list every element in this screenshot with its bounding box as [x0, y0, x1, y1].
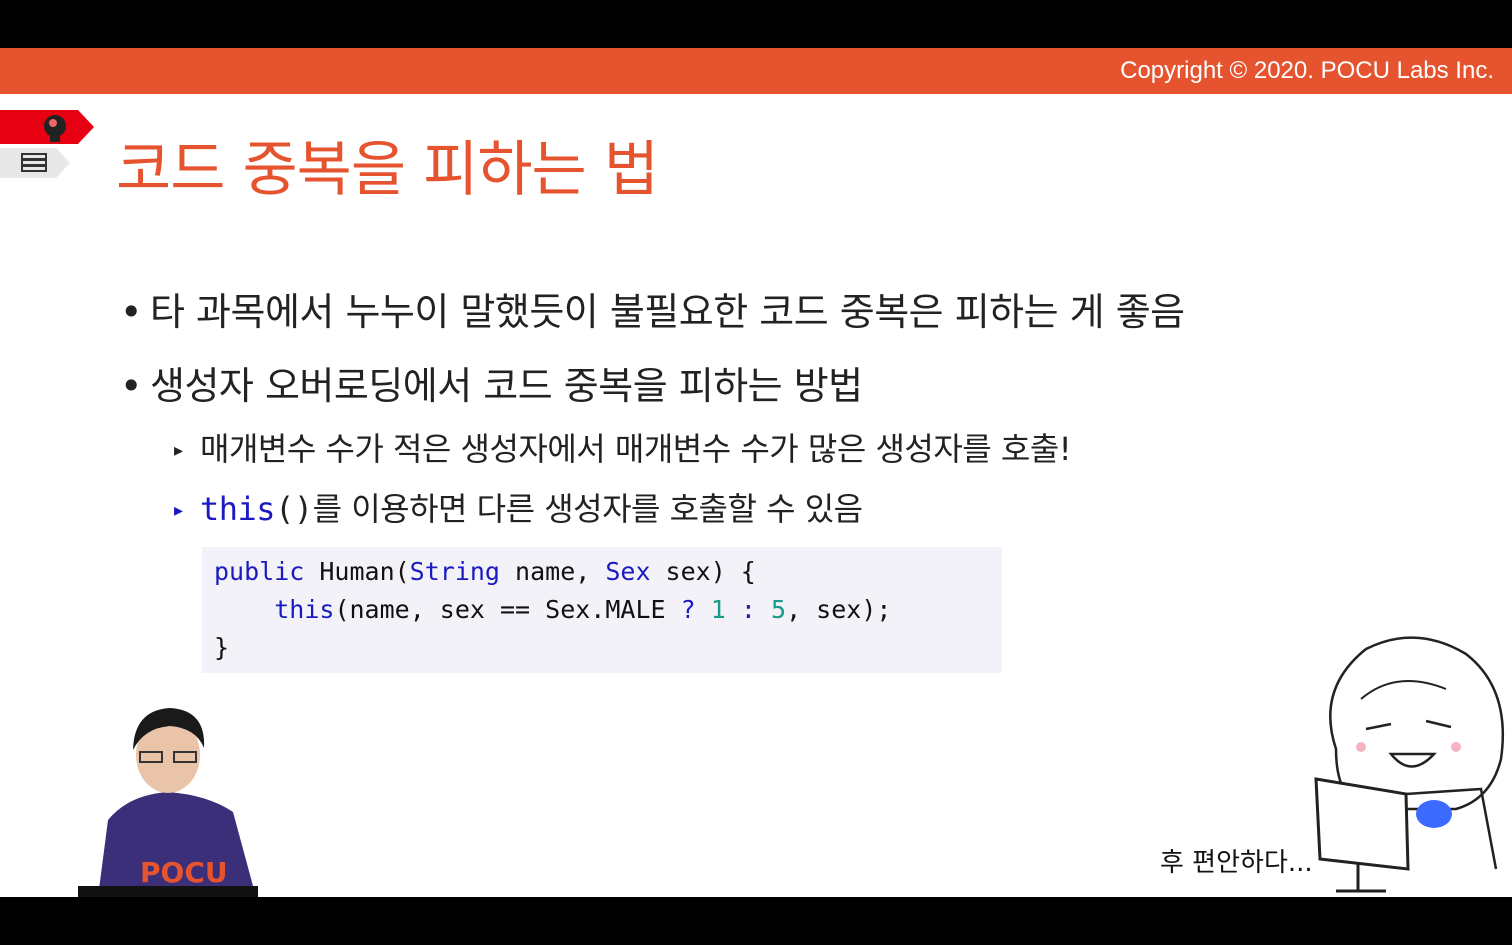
- code-operator: ?: [680, 595, 696, 624]
- code-segment: sex) {: [650, 557, 756, 586]
- bullet-text: 생성자 오버로딩에서 코드 중복을 피하는 방법: [150, 364, 863, 408]
- code-segment: (name, sex == Sex.MALE: [334, 595, 681, 624]
- code-block: public Human(String name, Sex sex) { thi…: [202, 547, 1002, 673]
- slide-header-banner: Copyright © 2020. POCU Labs Inc.: [0, 48, 1512, 94]
- bullet-dot: •: [120, 364, 142, 408]
- code-text: public Human(String name, Sex sex) { thi…: [202, 547, 1002, 673]
- video-bottom-letterbox: [0, 897, 1512, 945]
- slide-title: 코드 중복을 피하는 법: [116, 135, 659, 205]
- code-segment: , sex);: [786, 595, 892, 624]
- code-operator: :: [740, 595, 756, 624]
- sub-bullet-item: ▸ this()를 이용하면 다른 생성자를 호출할 수 있음: [174, 488, 863, 532]
- sub-bullet-text: 매개변수 수가 적은 생성자에서 매개변수 수가 많은 생성자를 호출!: [200, 430, 1072, 468]
- code-keyword: this: [274, 595, 335, 624]
- code-segment: }: [214, 633, 230, 662]
- code-type: String: [409, 557, 500, 586]
- video-top-letterbox: [0, 0, 1512, 48]
- code-keyword: public: [214, 557, 305, 586]
- bullet-item: • 타 과목에서 누누이 말했듯이 불필요한 코드 중복은 피하는 게 좋음: [120, 288, 1185, 336]
- book-stack-icon: [0, 148, 70, 178]
- presenter-video-thumbnail: POCU: [78, 700, 258, 897]
- brain-head-icon: [0, 110, 94, 144]
- cartoon-caption: 후 편안하다...: [1160, 848, 1313, 878]
- sub-bullet-item: ▸ 매개변수 수가 적은 생성자에서 매개변수 수가 많은 생성자를 호출!: [174, 428, 1072, 472]
- this-parens: (): [275, 490, 313, 528]
- triangle-bullet-icon: ▸: [174, 500, 183, 521]
- svg-text:POCU: POCU: [140, 856, 228, 889]
- bullet-text: 타 과목에서 누누이 말했듯이 불필요한 코드 중복은 피하는 게 좋음: [150, 290, 1185, 334]
- code-number: 5: [771, 595, 787, 624]
- code-number: 1: [710, 595, 726, 624]
- slide-content: 코드 중복을 피하는 법 • 타 과목에서 누누이 말했듯이 불필요한 코드 중복…: [0, 94, 1512, 897]
- sub-bullet-text: 를 이용하면 다른 생성자를 호출할 수 있음: [312, 490, 864, 528]
- copyright-text: Copyright © 2020. POCU Labs Inc.: [1120, 57, 1494, 84]
- code-type: Sex: [605, 557, 651, 586]
- cartoon-character-illustration: [1314, 636, 1505, 893]
- code-segment: name,: [499, 557, 606, 586]
- this-keyword: this: [200, 490, 276, 528]
- bullet-item: • 생성자 오버로딩에서 코드 중복을 피하는 방법: [120, 362, 863, 410]
- code-segment: Human(: [304, 557, 410, 586]
- triangle-bullet-icon: ▸: [174, 440, 183, 461]
- bullet-dot: •: [120, 290, 142, 334]
